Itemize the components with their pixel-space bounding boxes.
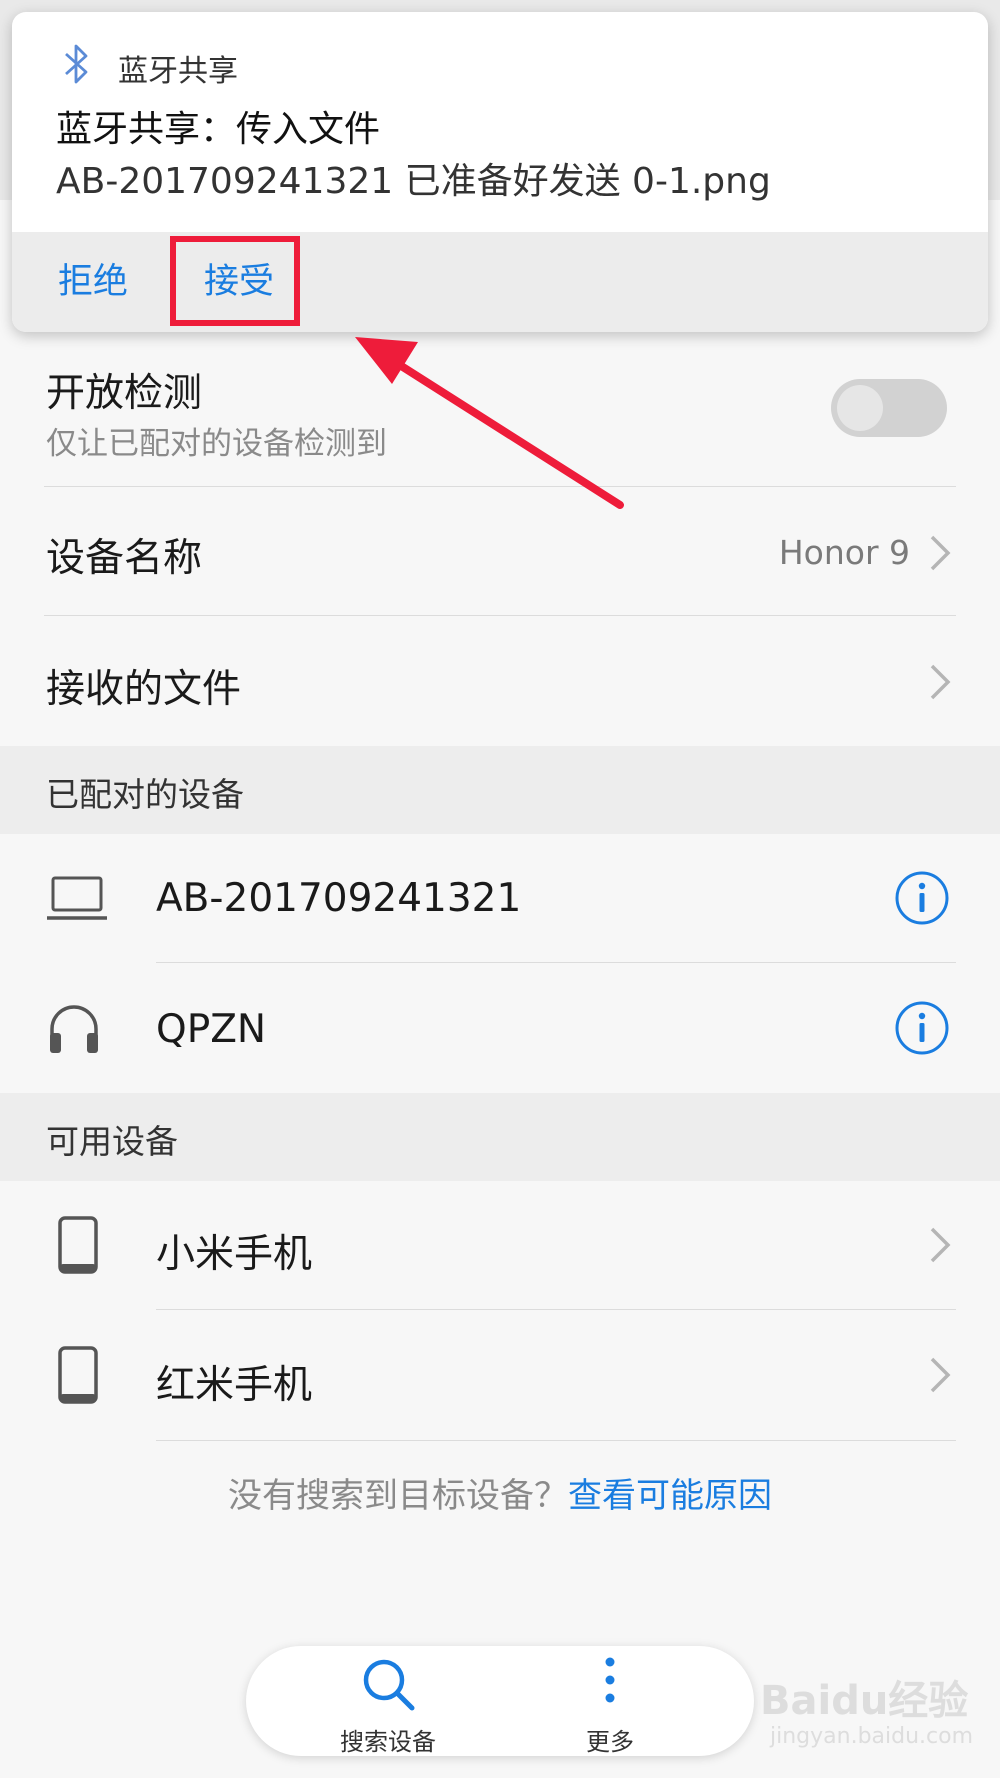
- annotation-arrow-icon: [355, 337, 624, 509]
